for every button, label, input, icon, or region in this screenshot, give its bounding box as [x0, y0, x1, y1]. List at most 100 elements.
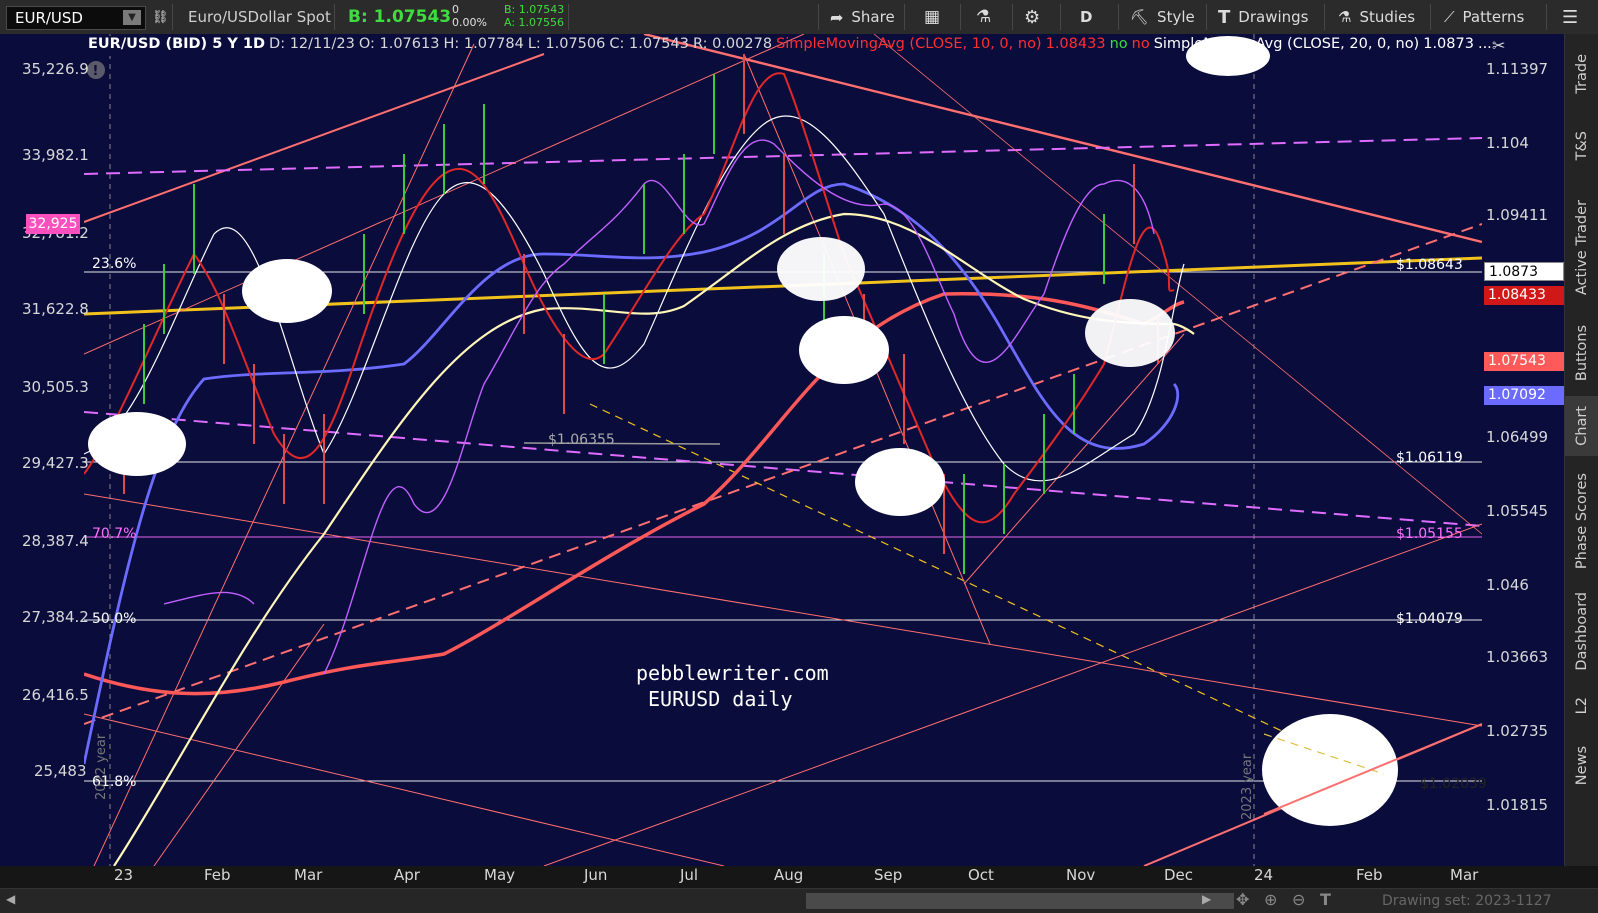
sma20-label[interactable]: SimpleMovingAvg (CLOSE, 20, 0, no) — [1152, 36, 1422, 56]
zoom-out-icon[interactable]: ⊖ — [1292, 890, 1305, 909]
left-axis-label: 31,622.8 — [22, 300, 89, 318]
drawing-set-label[interactable]: Drawing set: 2023-1127 — [1382, 893, 1552, 909]
tab-ts-label: T&S — [1574, 131, 1590, 161]
price-tag-sma10: 1.08433 — [1484, 286, 1564, 305]
tab-buttons[interactable]: Buttons — [1565, 318, 1598, 388]
x-axis-label: Dec — [1164, 866, 1194, 884]
x-axis-label: Jul — [680, 866, 699, 884]
x-axis-label: Apr — [394, 866, 420, 884]
sma20-value: 1.0873 — [1423, 36, 1474, 52]
left-axis-label: 35,226.9 — [22, 60, 89, 78]
patterns-label: Patterns — [1462, 8, 1525, 26]
flask-studies-icon: ⚗ — [1338, 8, 1352, 26]
left-axis-label: 33,982.1 — [22, 146, 89, 164]
tab-news[interactable]: News — [1565, 736, 1598, 796]
watermark: pebblewriter.com EURUSD daily — [636, 660, 829, 712]
x-axis-label: Oct — [968, 866, 994, 884]
tab-dashboard-label: Dashboard — [1574, 591, 1590, 671]
right-axis: 1.11397 1.104 1.09411 1.06499 1.05545 1.… — [1482, 34, 1564, 866]
change-value: 0 — [452, 3, 459, 16]
flask-icon[interactable]: ⚗ — [976, 0, 991, 34]
side-panel: Trade T&S Active Trader Buttons Chart Ph… — [1564, 34, 1598, 866]
watermark-line2: EURUSD daily — [648, 687, 793, 711]
text-tool-icon[interactable]: T — [1320, 890, 1331, 909]
chart-area[interactable]: ! — [0, 34, 1564, 866]
studies-button[interactable]: ⚗ Studies — [1338, 0, 1415, 34]
change-percent: 0.00% — [452, 16, 487, 29]
high-value: H: 1.07784 — [443, 36, 524, 52]
bid-ask-stack: B: 1.07543 A: 1.07556 — [504, 3, 564, 29]
link-icon[interactable]: ⛓ — [152, 0, 169, 34]
bid-price: B: 1.07543 — [348, 7, 452, 27]
right-axis-label: 1.104 — [1486, 134, 1529, 152]
left-axis-label: 25,483 — [34, 762, 87, 780]
style-icon: ⛏ — [1130, 8, 1150, 26]
x-axis-label: May — [484, 866, 516, 884]
range-value: R: 0.00278 — [692, 36, 773, 52]
period-button[interactable]: D — [1080, 0, 1092, 34]
tab-chart[interactable]: Chart — [1565, 396, 1598, 456]
tab-ts[interactable]: T&S — [1565, 118, 1598, 174]
crosshair-tool-icon[interactable]: ✥ — [1236, 890, 1249, 909]
x-axis-label: Mar — [1450, 866, 1479, 884]
left-axis-label: 29,427.3 — [22, 454, 89, 472]
scroll-right-icon[interactable]: ▶ — [1202, 892, 1211, 906]
fib-price-2: $1.06119 — [1396, 450, 1463, 466]
tab-trade[interactable]: Trade — [1565, 44, 1598, 104]
chart-title: EUR/USD (BID) 5 Y 1D — [86, 36, 268, 56]
symbol-selector[interactable]: EUR/USD ▼ — [6, 6, 146, 30]
symbol-description: Euro/USDollar Spot — [188, 8, 331, 26]
drawings-button[interactable]: T Drawings — [1218, 0, 1308, 34]
tab-dashboard[interactable]: Dashboard — [1565, 586, 1598, 676]
sma-flag-1: no — [1109, 36, 1128, 52]
low-value: L: 1.07506 — [527, 36, 606, 52]
patterns-button[interactable]: ⟋ Patterns — [1444, 0, 1524, 34]
sma10-value: 1.08433 — [1045, 36, 1106, 52]
fib-price-5: $1.02039 — [1420, 776, 1487, 792]
x-axis-label: Nov — [1066, 866, 1096, 884]
menu-icon[interactable]: ☰ — [1562, 0, 1578, 34]
tab-active-trader-label: Active Trader — [1574, 200, 1590, 296]
sma-flag-2: no — [1131, 36, 1150, 52]
tab-chart-label: Chart — [1574, 406, 1590, 446]
watermark-line1: pebblewriter.com — [636, 661, 829, 685]
fib-label-70: 70.7% — [92, 526, 137, 542]
zoom-in-icon[interactable]: ⊕ — [1264, 890, 1277, 909]
bottom-bar: ◀ ▶ ✥ ⊕ ⊖ T Drawing set: 2023-1127 — [0, 888, 1598, 913]
year-label-2022: 2022 year — [94, 733, 109, 800]
fib-price-6: $1.06355 — [548, 432, 615, 448]
tab-l2[interactable]: L2 — [1565, 686, 1598, 726]
tab-active-trader[interactable]: Active Trader — [1565, 188, 1598, 308]
info-bar: EUR/USD (BID) 5 Y 1D D: 12/11/23 O: 1.07… — [86, 36, 1494, 56]
price-tag-close: 1.07543 — [1484, 352, 1564, 371]
grid-icon[interactable]: ▦ — [924, 0, 940, 34]
right-axis-label: 1.01815 — [1486, 796, 1549, 814]
price-plot[interactable]: ! — [84, 34, 1482, 866]
svg-text:!: ! — [93, 64, 99, 79]
tab-l2-label: L2 — [1574, 697, 1590, 715]
share-button[interactable]: ➦ Share — [830, 0, 895, 34]
fib-label-50: 50.0% — [92, 611, 137, 627]
share-label: Share — [851, 8, 895, 26]
horizontal-scrollbar[interactable] — [806, 893, 1234, 909]
tab-phase-scores[interactable]: Phase Scores — [1565, 466, 1598, 576]
price-tag-other: 1.07092 — [1484, 386, 1564, 405]
left-axis-label: 28,387.4 — [22, 532, 89, 550]
sma10-label[interactable]: SimpleMovingAvg (CLOSE, 10, 0, no) — [774, 36, 1044, 56]
right-axis-label: 1.02735 — [1486, 722, 1549, 740]
style-button[interactable]: ⛏ Style — [1130, 0, 1195, 34]
scroll-left-icon[interactable]: ◀ — [6, 892, 15, 906]
date-value: D: 12/11/23 — [269, 36, 355, 52]
drawings-label: Drawings — [1238, 8, 1309, 26]
chevron-down-icon[interactable]: ▼ — [123, 10, 141, 25]
gear-icon[interactable]: ⚙ — [1024, 0, 1040, 34]
price-tag-sma20: 1.0873 — [1484, 262, 1564, 281]
left-axis-label: 26,416.5 — [22, 686, 89, 704]
fib-price-4: $1.04079 — [1396, 611, 1463, 627]
left-axis-label: 27,384.2 — [22, 608, 89, 626]
left-axis: 35,226.9 33,982.1 32,781.2 31,622.8 30,5… — [0, 34, 89, 866]
share-icon: ➦ — [830, 7, 844, 27]
left-price-tag: 32,925 — [26, 214, 80, 234]
studies-label: Studies — [1359, 8, 1416, 26]
fib-price-3: $1.05155 — [1396, 526, 1463, 542]
